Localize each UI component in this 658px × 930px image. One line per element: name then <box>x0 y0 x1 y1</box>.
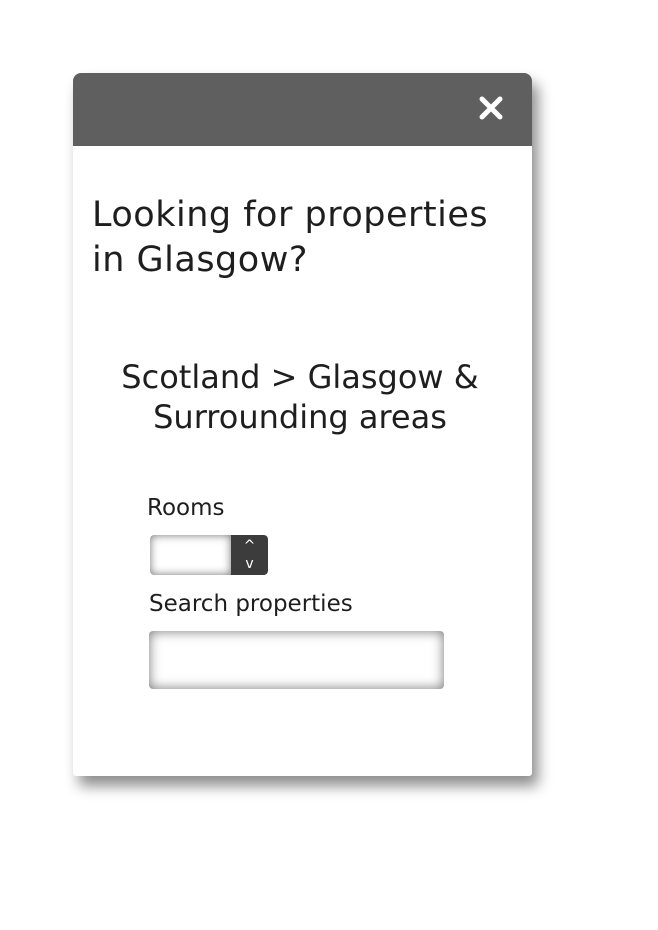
location-breadcrumb: Scotland > Glasgow & Surrounding areas <box>121 358 479 436</box>
search-properties-input[interactable] <box>149 631 444 689</box>
rooms-stepper: ^ v <box>150 535 268 575</box>
rooms-increment-button[interactable]: ^ <box>231 536 268 556</box>
close-icon <box>476 93 506 123</box>
search-properties-label: Search properties <box>149 591 353 617</box>
rooms-input[interactable] <box>150 535 231 575</box>
rooms-decrement-button[interactable]: v <box>231 554 268 574</box>
property-search-dialog: Looking for properties in Glasgow? Scotl… <box>73 73 532 776</box>
stepper-buttons: ^ v <box>231 535 268 575</box>
rooms-label: Rooms <box>147 495 225 521</box>
dialog-title: Looking for properties in Glasgow? <box>92 195 489 280</box>
dialog-header <box>73 73 532 146</box>
close-button[interactable] <box>476 93 506 123</box>
